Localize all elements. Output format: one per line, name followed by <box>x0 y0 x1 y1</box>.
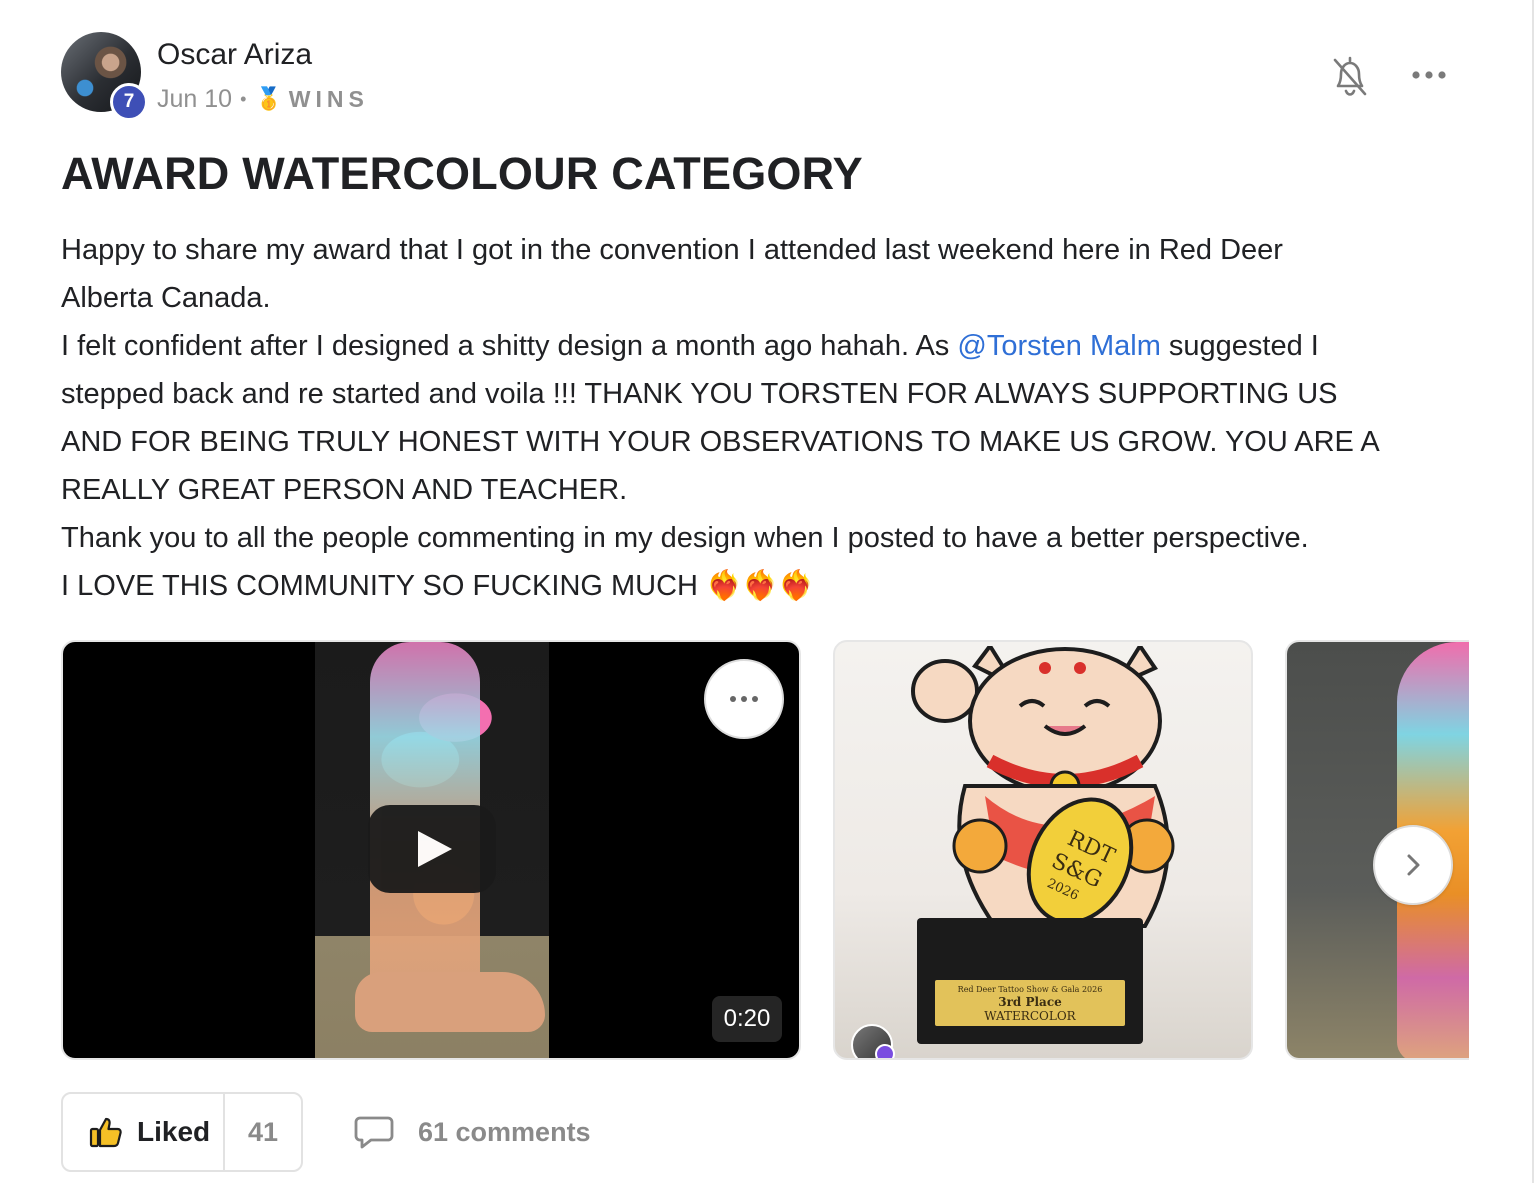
post-body-line: Thank you to all the people commenting i… <box>61 522 1309 554</box>
bell-off-icon[interactable] <box>1330 54 1370 98</box>
comments-button[interactable]: 61 comments <box>354 1108 591 1156</box>
foot-image <box>355 972 545 1032</box>
like-label: Liked <box>137 1116 211 1147</box>
post-body-line: Alberta Canada. <box>61 282 271 314</box>
plaque-line: WATERCOLOR <box>984 1009 1076 1023</box>
post-body-line: stepped back and re started and voila !!… <box>61 378 1338 410</box>
medal-icon: 🥇 <box>255 86 283 111</box>
like-control: Liked 41 <box>61 1092 303 1172</box>
author-avatar[interactable]: 7 <box>61 32 148 121</box>
post-body-line: Happy to share my award that I got in th… <box>61 234 1283 266</box>
post-date[interactable]: Jun 10 <box>157 85 232 114</box>
messenger-badge-icon <box>875 1044 895 1058</box>
plaque-line: Red Deer Tattoo Show & Gala 2026 <box>957 985 1103 994</box>
chevron-right-icon[interactable] <box>1373 825 1453 905</box>
post-body-text: suggested I <box>1160 330 1319 362</box>
video-attachment[interactable]: 0:20 <box>61 640 801 1060</box>
play-icon[interactable] <box>368 805 496 893</box>
post-meta: Jun 10 • 🥇 WINS <box>157 84 369 114</box>
video-options-icon[interactable] <box>704 659 784 739</box>
comments-count: 61 comments <box>418 1116 591 1147</box>
post-body-line: I LOVE THIS COMMUNITY SO FUCKING MUCH ❤️… <box>61 570 815 602</box>
like-count[interactable]: 41 <box>225 1094 301 1170</box>
post-body-line: AND FOR BEING TRULY HONEST WITH YOUR OBS… <box>61 426 1380 458</box>
page-right-border <box>1532 0 1534 1183</box>
post-title: AWARD WATERCOLOUR CATEGORY <box>61 148 863 199</box>
lucky-cat-trophy-image: RDT S&G 2026 <box>911 646 1175 928</box>
image-attachment-trophy[interactable]: RDT S&G 2026 Red Deer Tattoo Show & Gala… <box>833 640 1253 1060</box>
post-options-icon[interactable] <box>1408 60 1450 90</box>
thumbs-up-icon <box>89 1117 122 1148</box>
author-name[interactable]: Oscar Ariza <box>157 38 312 72</box>
meta-separator: • <box>240 88 247 109</box>
post-category[interactable]: WINS <box>289 86 369 113</box>
post-body-line: I felt confident after I designed a shit… <box>61 322 1481 370</box>
level-badge: 7 <box>110 83 148 121</box>
trophy-plaque: Red Deer Tattoo Show & Gala 2026 3rd Pla… <box>935 980 1125 1026</box>
post-body: Happy to share my award that I got in th… <box>61 226 1481 610</box>
video-duration: 0:20 <box>712 996 782 1042</box>
mention-link[interactable]: @Torsten Malm <box>957 330 1160 362</box>
plaque-line: 3rd Place <box>998 995 1062 1009</box>
comment-icon <box>354 1116 394 1149</box>
post-body-text: I felt confident after I designed a shit… <box>61 330 958 362</box>
trophy-base: Red Deer Tattoo Show & Gala 2026 3rd Pla… <box>917 918 1143 1044</box>
like-button[interactable]: Liked <box>63 1094 225 1170</box>
post-body-line: REALLY GREAT PERSON AND TEACHER. <box>61 474 628 506</box>
